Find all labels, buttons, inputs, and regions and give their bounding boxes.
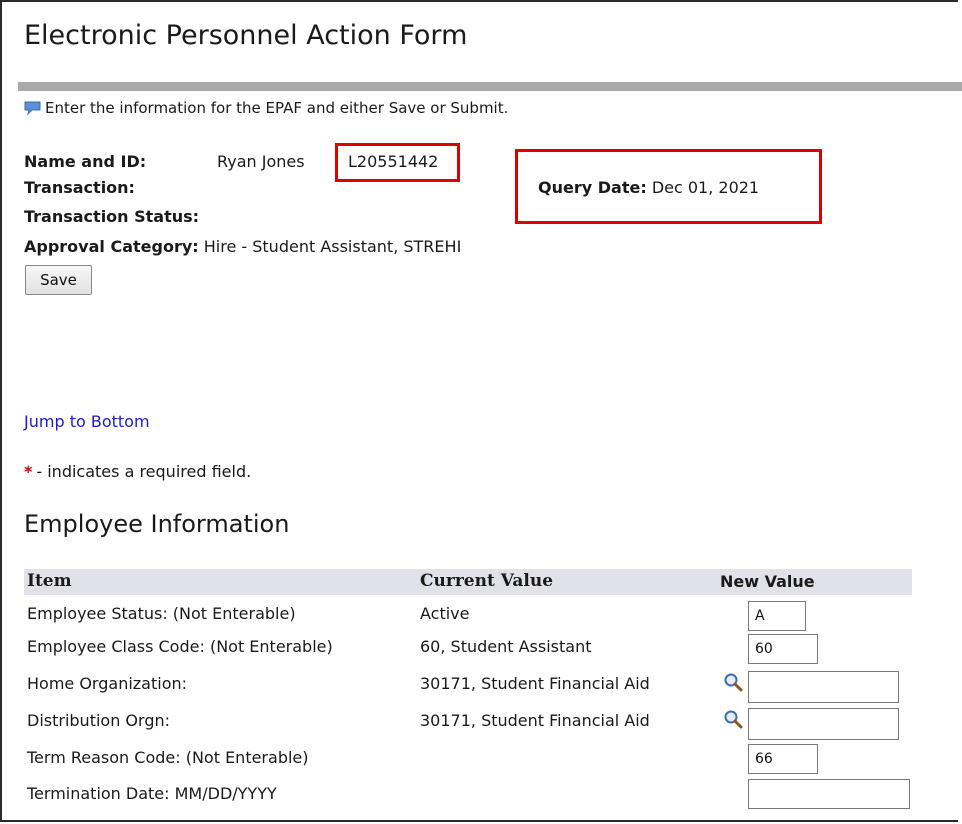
row-current-home-organization: 30171, Student Financial Aid (420, 674, 650, 693)
magnifier-search-icon[interactable] (723, 709, 743, 729)
row-current-distribution-orgn: 30171, Student Financial Aid (420, 711, 650, 730)
approval-category-row: Approval Category: Hire - Student Assist… (24, 237, 461, 256)
employee-name: Ryan Jones (217, 152, 305, 171)
row-item-termination-date: Termination Date: MM/DD/YYYY (27, 784, 277, 803)
required-note-text: - indicates a required field. (36, 462, 252, 481)
transaction-status-label: Transaction Status: (24, 207, 200, 226)
termination-date-input[interactable] (748, 779, 910, 809)
required-field-note: * - indicates a required field. (24, 462, 251, 481)
column-header-current-value: Current Value (420, 571, 554, 591)
info-speech-bubble-icon (24, 101, 41, 116)
required-star-icon: * (24, 462, 33, 481)
column-header-item: Item (27, 571, 72, 591)
section-title: Employee Information (24, 510, 290, 538)
row-item-employee-class-code: Employee Class Code: (Not Enterable) (27, 637, 333, 656)
query-date-highlight (515, 149, 822, 224)
instruction-line: Enter the information for the EPAF and e… (24, 99, 508, 117)
save-button[interactable]: Save (25, 265, 92, 295)
term-reason-code-new-input[interactable] (748, 744, 818, 774)
approval-category-value: Hire - Student Assistant, STREHI (203, 237, 462, 256)
row-item-distribution-orgn: Distribution Orgn: (27, 711, 171, 730)
employee-status-new-input[interactable] (748, 601, 806, 631)
row-item-employee-status: Employee Status: (Not Enterable) (27, 604, 296, 623)
page-title: Electronic Personnel Action Form (24, 20, 468, 51)
transaction-label: Transaction: (24, 178, 135, 197)
row-item-term-reason-code: Term Reason Code: (Not Enterable) (27, 748, 309, 767)
row-item-home-organization: Home Organization: (27, 674, 188, 693)
column-header-new-value: New Value (720, 572, 815, 591)
magnifier-search-icon[interactable] (723, 672, 743, 692)
employee-class-code-new-input[interactable] (748, 634, 818, 664)
row-current-employee-status: Active (420, 604, 470, 623)
title-divider (18, 82, 962, 91)
approval-category-label: Approval Category: (24, 237, 199, 256)
distribution-orgn-input[interactable] (748, 708, 899, 740)
jump-to-bottom-link[interactable]: Jump to Bottom (24, 412, 150, 431)
name-id-label: Name and ID: (24, 152, 147, 171)
employee-id-highlight (335, 143, 460, 182)
home-organization-input[interactable] (748, 671, 899, 703)
row-current-employee-class-code: 60, Student Assistant (420, 637, 592, 656)
instruction-text: Enter the information for the EPAF and e… (45, 99, 509, 117)
